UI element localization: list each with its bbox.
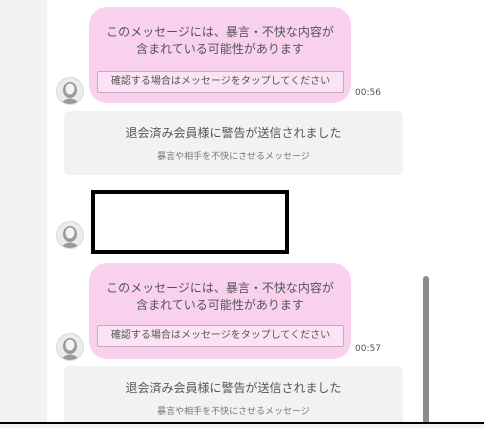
message-time: 00:57 <box>355 344 381 354</box>
warning-notice-subtitle: 暴言や相手を不快にさせるメッセージ <box>157 152 310 162</box>
filtered-message-bubble[interactable]: このメッセージには、暴言・不快な内容が 含まれている可能性があります 確認する場… <box>89 7 351 103</box>
right-gutter <box>434 0 484 424</box>
tap-to-reveal-button[interactable]: 確認する場合はメッセージをタップしてください <box>97 325 344 347</box>
redacted-message <box>91 190 289 254</box>
tap-to-reveal-button[interactable]: 確認する場合はメッセージをタップしてください <box>97 71 344 93</box>
scrollbar-thumb[interactable] <box>423 276 429 424</box>
warning-notice: 退会済み会員様に警告が送信されました 暴言や相手を不快にさせるメッセージ <box>64 366 403 428</box>
user-avatar[interactable] <box>56 333 84 361</box>
warning-notice-title: 退会済み会員様に警告が送信されました <box>125 381 342 395</box>
filtered-message-text: このメッセージには、暴言・不快な内容が 含まれている可能性があります <box>106 25 334 56</box>
message-time: 00:56 <box>355 88 381 98</box>
user-avatar[interactable] <box>56 77 84 105</box>
warning-notice: 退会済み会員様に警告が送信されました 暴言や相手を不快にさせるメッセージ <box>64 111 403 175</box>
user-icon <box>57 222 83 248</box>
user-icon <box>57 78 83 104</box>
warning-notice-subtitle: 暴言や相手を不快にさせるメッセージ <box>157 407 310 417</box>
user-avatar[interactable] <box>56 221 84 249</box>
warning-notice-title: 退会済み会員様に警告が送信されました <box>125 126 342 140</box>
user-icon <box>57 334 83 360</box>
filtered-message-bubble[interactable]: このメッセージには、暴言・不快な内容が 含まれている可能性があります 確認する場… <box>89 263 351 359</box>
filtered-message-text: このメッセージには、暴言・不快な内容が 含まれている可能性があります <box>106 281 334 312</box>
